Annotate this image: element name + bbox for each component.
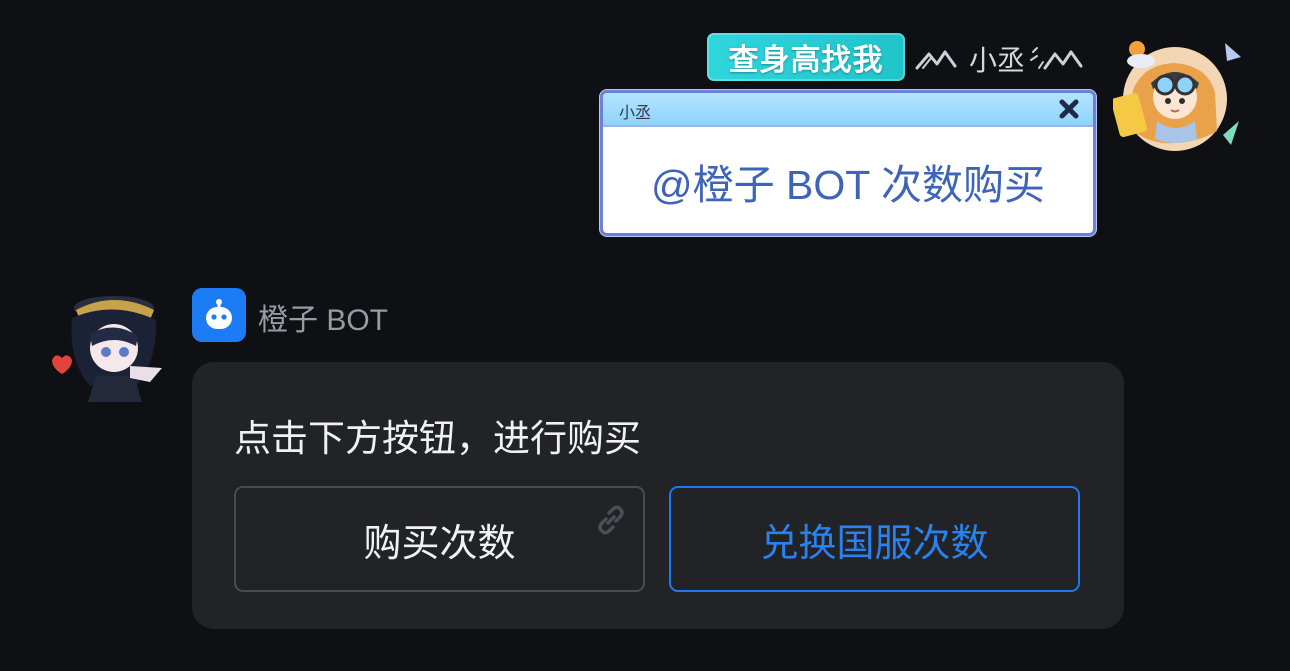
redeem-cn-server-button[interactable]: 兑换国服次数 (669, 486, 1080, 592)
buy-count-button[interactable]: 购买次数 (234, 486, 645, 592)
redeem-cn-server-label: 兑换国服次数 (760, 520, 989, 565)
sender-name-text: 小丞 (969, 44, 1026, 77)
bot-badge-icon (192, 288, 246, 342)
sender-name: 小丞 (915, 40, 1085, 78)
user-avatar[interactable] (1111, 35, 1243, 155)
sparkle-left-icon (915, 50, 957, 70)
close-icon (1059, 99, 1079, 119)
bot-name: 橙子 BOT (258, 304, 389, 337)
bot-avatar[interactable] (50, 290, 170, 408)
user-title-badge: 查身高找我 (707, 33, 905, 81)
link-icon (598, 505, 624, 535)
window-titlebar: 小丞 (603, 93, 1093, 127)
sparkle-right-icon (1030, 47, 1083, 70)
buy-count-label: 购买次数 (363, 520, 516, 565)
bot-message-card: 点击下方按钮，进行购买 购买次数 兑换国服次数 (192, 362, 1124, 629)
message-window-bubble[interactable]: 小丞 @橙子 BOT 次数购买 (600, 90, 1096, 236)
message-text: @橙子 BOT 次数购买 (651, 162, 1045, 208)
card-instruction-text: 点击下方按钮，进行购买 (234, 417, 641, 460)
window-title: 小丞 (619, 103, 652, 122)
